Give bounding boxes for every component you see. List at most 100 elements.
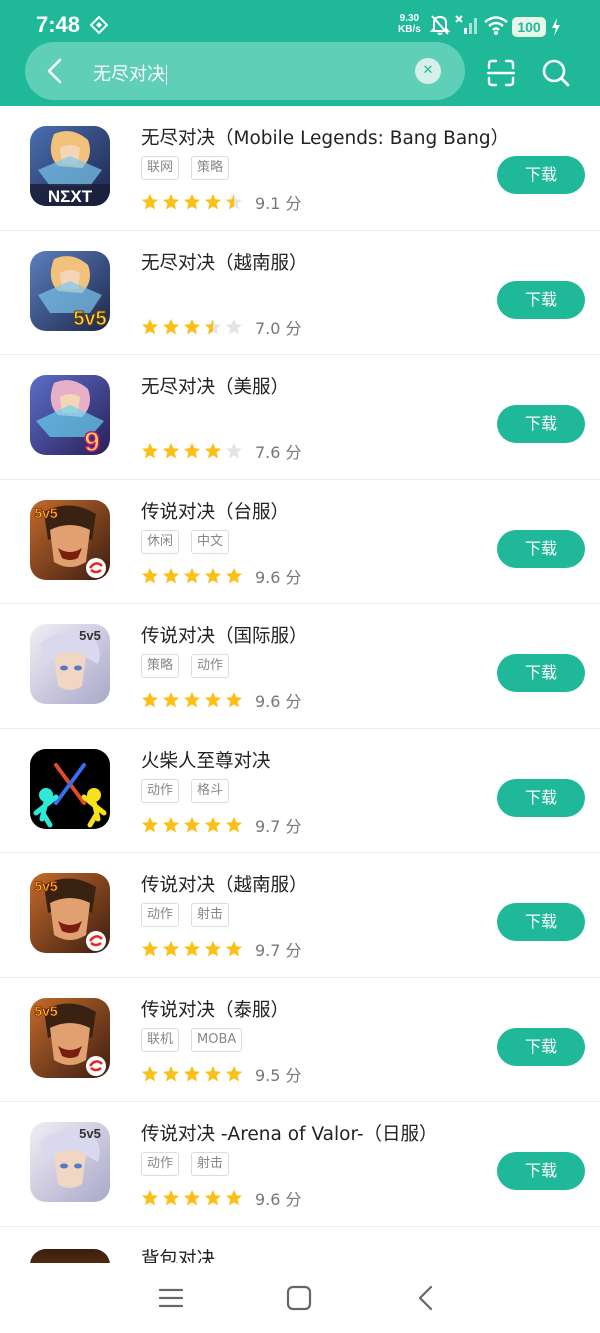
- rating-score: 9.5 分: [255, 1065, 302, 1085]
- star-icon: [183, 318, 201, 334]
- star-icon: [183, 193, 201, 210]
- rating: 9.6 分: [141, 688, 302, 712]
- download-button[interactable]: 下载: [497, 280, 585, 319]
- download-button[interactable]: 下载: [497, 903, 585, 941]
- list-item[interactable]: 5v5 传说对决（台服） 休闲 中文 9.6 分 下载: [0, 480, 600, 604]
- signal-icon: [455, 15, 477, 34]
- download-button[interactable]: 下载: [497, 1027, 585, 1066]
- list-item[interactable]: 5v5 无尽对决（越南服） 7.0 分 下载: [0, 231, 600, 355]
- app-title[interactable]: 传说对决（台服）: [141, 498, 289, 524]
- star-icon: [162, 691, 180, 708]
- star-rating: [141, 318, 243, 336]
- list-item[interactable]: 5v5 传说对决（越南服） 动作 射击 9.7 分 下载: [0, 853, 600, 978]
- tag-list: 动作 射击: [141, 1152, 230, 1176]
- app-title[interactable]: 传说对决 -Arena of Valor-（日服）: [141, 1120, 438, 1146]
- search-results-list[interactable]: NΣXT 无尽对决（Mobile Legends: Bang Bang） 联网 策略 9…: [0, 106, 600, 1263]
- search-box[interactable]: [25, 42, 465, 100]
- star-icon: [204, 1189, 222, 1206]
- category-tag: 格斗: [191, 778, 230, 803]
- rating: 9.7 分: [141, 813, 302, 837]
- category-tag: 联机: [141, 1027, 180, 1052]
- menu-icon[interactable]: [156, 1283, 186, 1313]
- star-icon: [204, 567, 222, 583]
- category-tag: 中文: [191, 529, 230, 554]
- category-tag: MOBA: [191, 1027, 243, 1052]
- list-item[interactable]: 背包对决: [0, 1227, 600, 1264]
- download-button[interactable]: 下载: [497, 778, 585, 817]
- close-icon[interactable]: ✕: [415, 58, 441, 84]
- star-rating: [141, 1189, 243, 1207]
- svg-text:5v5: 5v5: [79, 628, 101, 643]
- list-item[interactable]: 9 无尽对决（美服） 7.6 分 下载: [0, 355, 600, 480]
- app-title[interactable]: 传说对决（越南服）: [141, 871, 308, 897]
- svg-text:5v5: 5v5: [79, 1126, 101, 1141]
- list-item[interactable]: 5v5 传说对决 -Arena of Valor-（日服） 动作 射击 9.6 分 下载: [0, 1102, 600, 1227]
- rating: 9.7 分: [141, 937, 302, 961]
- star-icon: [225, 1189, 243, 1206]
- app-icon[interactable]: 5v5: [30, 997, 110, 1078]
- star-icon: [162, 318, 180, 334]
- list-item[interactable]: 5v5 传说对决（泰服） 联机 MOBA 9.5 分 下载: [0, 978, 600, 1102]
- rating: 9.1 分: [141, 190, 302, 214]
- back-icon[interactable]: [412, 1283, 442, 1313]
- tag-list: 联网 策略: [141, 156, 230, 180]
- tag-list: 休闲 中文: [141, 529, 230, 554]
- app-title[interactable]: 无尽对决（越南服）: [141, 249, 308, 275]
- text-caret: [166, 65, 167, 85]
- star-icon: [225, 442, 243, 459]
- list-item[interactable]: NΣXT 无尽对决（Mobile Legends: Bang Bang） 联网 策略 9…: [0, 106, 600, 231]
- category-tag: 动作: [141, 1152, 180, 1176]
- download-button[interactable]: 下载: [497, 156, 585, 194]
- star-icon: [162, 1189, 180, 1206]
- category-tag: 策略: [141, 654, 180, 678]
- list-item[interactable]: 火柴人至尊对决 动作 格斗 9.7 分 下载: [0, 729, 600, 853]
- app-icon[interactable]: NΣXT: [30, 126, 110, 206]
- chevron-left-icon[interactable]: [40, 55, 72, 87]
- category-tag: 动作: [191, 654, 230, 678]
- app-title[interactable]: 传说对决（泰服）: [141, 996, 289, 1022]
- app-icon[interactable]: 5v5: [30, 1122, 110, 1202]
- app-icon[interactable]: 5v5: [30, 250, 110, 331]
- rating-score: 9.7 分: [255, 816, 302, 836]
- rating: 9.6 分: [141, 1186, 302, 1210]
- star-icon: [162, 1065, 180, 1081]
- rating: 7.0 分: [141, 315, 302, 339]
- search-input[interactable]: 无尽对决: [93, 60, 167, 86]
- star-icon: [141, 691, 159, 708]
- star-icon: [183, 567, 201, 583]
- app-icon[interactable]: 5v5: [30, 499, 110, 580]
- app-title[interactable]: 背包对决: [141, 1245, 215, 1264]
- star-icon: [225, 940, 243, 957]
- star-icon: [225, 816, 243, 832]
- home-icon[interactable]: [284, 1283, 314, 1313]
- list-item[interactable]: 5v5 传说对决（国际服） 策略 动作 9.6 分 下载: [0, 604, 600, 729]
- app-icon[interactable]: [30, 748, 110, 829]
- download-button[interactable]: 下载: [497, 1152, 585, 1190]
- star-icon: [162, 193, 180, 210]
- network-speed: 9.30 KB/s: [398, 13, 421, 35]
- app-title[interactable]: 传说对决（国际服）: [141, 622, 308, 648]
- status-time: 7:48: [36, 12, 81, 37]
- star-icon: [141, 442, 159, 459]
- app-title[interactable]: 火柴人至尊对决: [141, 747, 271, 773]
- app-icon[interactable]: 9: [30, 375, 110, 455]
- charging-icon: [552, 18, 560, 36]
- app-icon[interactable]: 5v5: [30, 624, 110, 704]
- star-rating: [141, 940, 243, 958]
- download-button[interactable]: 下载: [497, 405, 585, 443]
- app-title[interactable]: 无尽对决（Mobile Legends: Bang Bang）: [141, 124, 509, 150]
- rating-score: 9.7 分: [255, 941, 302, 960]
- rating-score: 9.6 分: [255, 692, 302, 711]
- download-button[interactable]: 下载: [497, 529, 585, 568]
- star-icon: [183, 1189, 201, 1206]
- scan-icon[interactable]: [486, 58, 516, 88]
- app-icon[interactable]: [30, 1248, 110, 1263]
- search-icon[interactable]: [541, 58, 571, 88]
- app-icon[interactable]: 5v5: [30, 873, 110, 953]
- app-title[interactable]: 无尽对决（美服）: [141, 373, 289, 399]
- star-icon: [183, 442, 201, 459]
- star-icon: [141, 940, 159, 957]
- star-rating: [141, 193, 243, 211]
- star-icon: [225, 193, 243, 210]
- download-button[interactable]: 下载: [497, 654, 585, 692]
